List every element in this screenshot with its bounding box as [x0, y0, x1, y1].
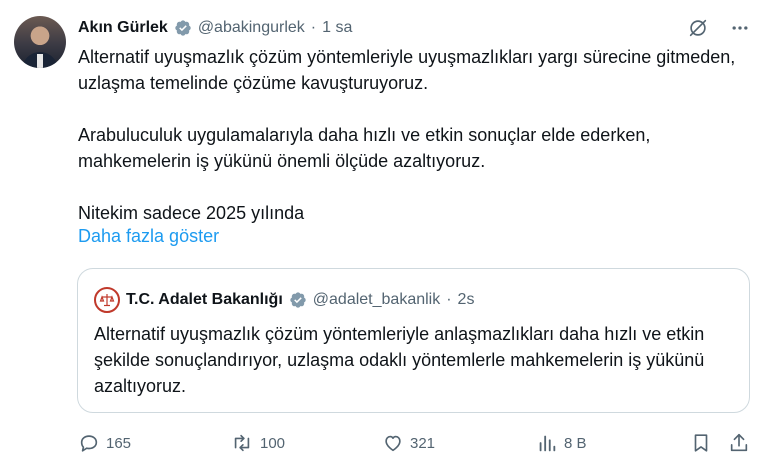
- reply-count: 165: [106, 434, 132, 452]
- author-avatar[interactable]: [14, 16, 66, 68]
- tweet-paragraph-2: Arabuluculuk uygulamalarıyla daha hızlı …: [78, 125, 651, 171]
- bookmark-button[interactable]: [690, 432, 712, 454]
- grok-icon[interactable]: [686, 16, 710, 40]
- verified-badge-icon: [174, 19, 192, 37]
- post-time[interactable]: 1 sa: [322, 19, 352, 37]
- views-count: 8 B: [564, 434, 587, 452]
- tweet-top-actions: [686, 16, 752, 40]
- heart-icon: [382, 432, 404, 454]
- repost-icon: [230, 432, 254, 454]
- separator-dot: ·: [446, 291, 452, 308]
- reply-icon: [78, 432, 100, 454]
- share-button[interactable]: [728, 432, 750, 454]
- quoted-post-time[interactable]: 2s: [458, 291, 475, 309]
- tweet-header: Akın Gürlek @abakingurlek · 1 sa: [78, 17, 352, 39]
- show-more-link[interactable]: Daha fazla göster: [78, 226, 219, 247]
- repost-button[interactable]: 100: [230, 432, 285, 454]
- like-button[interactable]: 321: [382, 432, 435, 454]
- separator-dot: ·: [310, 19, 317, 36]
- quoted-tweet[interactable]: T.C. Adalet Bakanlığı @adalet_bakanlik ·…: [77, 268, 750, 413]
- more-icon[interactable]: [728, 16, 752, 40]
- verified-badge-icon: [289, 291, 307, 309]
- action-bar: 165 100 321 8 B: [78, 432, 754, 456]
- views-button[interactable]: 8 B: [536, 432, 587, 454]
- author-name[interactable]: Akın Gürlek: [78, 19, 168, 37]
- views-icon: [536, 432, 558, 454]
- tweet-text: Alternatif uyuşmazlık çözüm yöntemleriyl…: [78, 44, 750, 226]
- quoted-header: T.C. Adalet Bakanlığı @adalet_bakanlik ·…: [94, 287, 474, 313]
- tweet-paragraph-3: Nitekim sadece 2025 yılında: [78, 203, 305, 223]
- quoted-author-handle[interactable]: @adalet_bakanlik: [313, 291, 440, 309]
- quoted-text: Alternatif uyuşmazlık çözüm yöntemleriyl…: [94, 324, 705, 396]
- repost-count: 100: [260, 434, 286, 452]
- reply-button[interactable]: 165: [78, 432, 131, 454]
- bookmark-icon: [690, 432, 712, 454]
- tweet-paragraph-1: Alternatif uyuşmazlık çözüm yöntemleriyl…: [78, 47, 736, 93]
- share-icon: [728, 432, 750, 454]
- author-handle[interactable]: @abakingurlek: [198, 19, 305, 37]
- quoted-avatar[interactable]: [94, 287, 120, 313]
- avatar-shirt: [37, 54, 43, 68]
- like-count: 321: [410, 434, 436, 452]
- quoted-author-name[interactable]: T.C. Adalet Bakanlığı: [126, 291, 283, 309]
